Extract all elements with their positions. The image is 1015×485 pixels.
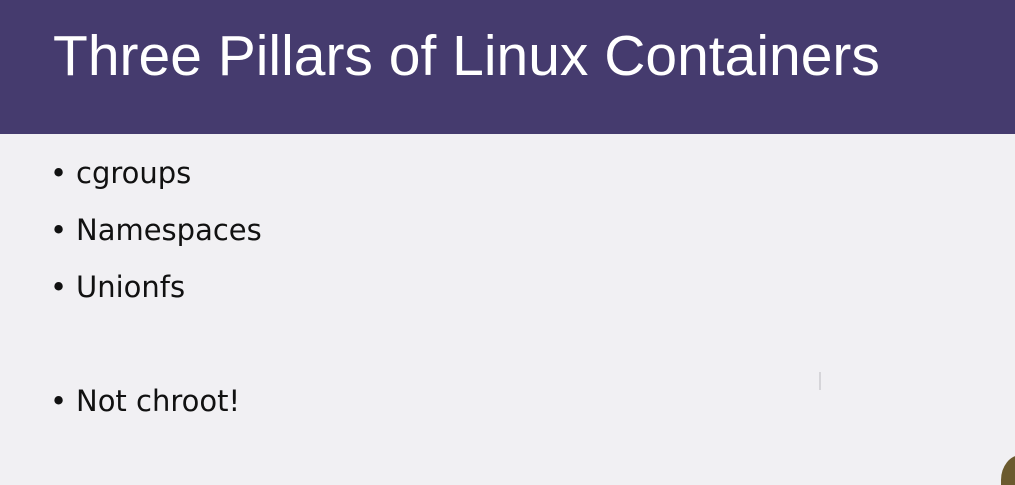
- bullet-item: • Unionfs: [50, 269, 185, 305]
- bullet-text: Unionfs: [76, 270, 186, 304]
- bullet-dot-icon: •: [50, 156, 68, 190]
- bullet-list: • cgroups • Namespaces • Unionfs • Not chroo…: [0, 0, 1015, 485]
- bullet-item: • cgroups: [50, 155, 191, 191]
- bullet-dot-icon: •: [50, 213, 68, 247]
- slide: Three Pillars of Linux Containers • cgrou…: [0, 0, 1015, 485]
- bullet-text: cgroups: [76, 156, 192, 190]
- bullet-item: • Not chroot!: [50, 383, 240, 419]
- cursor-mark: [819, 372, 821, 390]
- bullet-dot-icon: •: [50, 384, 68, 418]
- bullet-dot-icon: •: [50, 270, 68, 304]
- bullet-text: Namespaces: [76, 213, 262, 247]
- bullet-text: Not chroot!: [76, 384, 241, 418]
- bullet-item: • Namespaces: [50, 212, 262, 248]
